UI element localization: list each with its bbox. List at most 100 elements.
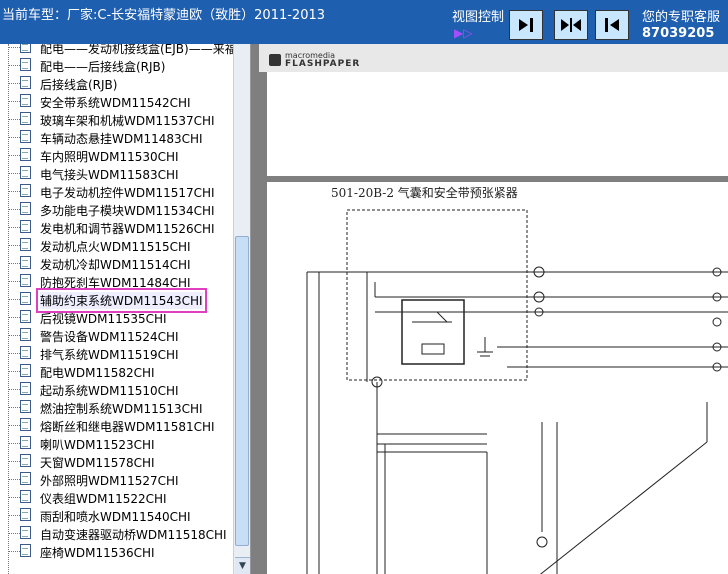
tree-item[interactable]: 车辆动态悬挂WDM11483CHI bbox=[0, 128, 233, 146]
tree-item[interactable]: 后视镜WDM11535CHI bbox=[0, 308, 233, 326]
tree-connector bbox=[8, 281, 20, 282]
tree-connector bbox=[8, 515, 20, 516]
wiring-tree-panel: 配电——发动机接线盒(EJB)——来福配电——后接线盒(RJB) 后接线盒(RJB… bbox=[0, 44, 251, 574]
tree-item[interactable]: 座椅WDM11536CHI bbox=[0, 542, 233, 560]
tree-item[interactable]: 配电——后接线盒(RJB) bbox=[0, 56, 233, 74]
tree-connector bbox=[8, 65, 20, 66]
document-icon bbox=[20, 508, 31, 521]
tree-item-label: 配电WDM11582CHI bbox=[40, 366, 155, 380]
tree-item[interactable]: 配电——发动机接线盒(EJB)——来福 bbox=[0, 44, 237, 56]
tree-connector bbox=[8, 227, 20, 228]
tree-connector bbox=[8, 299, 20, 300]
expand-right-button[interactable] bbox=[509, 10, 543, 40]
tree-item[interactable]: 多功能电子模块WDM11534CHI bbox=[0, 200, 233, 218]
tree-item[interactable]: 发动机冷却WDM11514CHI bbox=[0, 254, 233, 272]
document-icon bbox=[20, 184, 31, 197]
scroll-down-arrow-icon[interactable]: ▼ bbox=[235, 557, 250, 574]
contact-phone: 87039205 bbox=[642, 26, 715, 41]
tree-connector bbox=[8, 101, 20, 102]
tree-item-label: 防抱死刹车WDM11484CHI bbox=[40, 276, 191, 290]
tree-item-label: 自动变速器驱动桥WDM11518CHI bbox=[40, 528, 227, 542]
split-arrows-icon bbox=[561, 18, 581, 32]
tree-item[interactable]: 发电机和调节器WDM11526CHI bbox=[0, 218, 233, 236]
arrow-to-right-bar-icon bbox=[519, 18, 533, 32]
document-icon bbox=[20, 328, 31, 341]
view-control-arrow-icon: ▶▷ bbox=[454, 26, 473, 40]
tree-item[interactable]: 天窗WDM11578CHI bbox=[0, 452, 233, 470]
tree-item[interactable]: 熔断丝和继电器WDM11581CHI bbox=[0, 416, 233, 434]
top-header: 当前车型：厂家:C-长安福特蒙迪欧（致胜）2011-2013 视图控制 ▶▷ 您… bbox=[0, 0, 728, 44]
tree-item[interactable]: 玻璃车架和机械WDM11537CHI bbox=[0, 110, 233, 128]
tree-item[interactable]: 电子发动机控件WDM11517CHI bbox=[0, 182, 233, 200]
tree-item[interactable]: 喇叭WDM11523CHI bbox=[0, 434, 233, 452]
document-icon bbox=[20, 256, 31, 269]
document-icon bbox=[20, 202, 31, 215]
split-view-button[interactable] bbox=[554, 10, 588, 40]
tree-item[interactable]: 雨刮和喷水WDM11540CHI bbox=[0, 506, 233, 524]
tree-connector bbox=[8, 425, 20, 426]
tree-item[interactable]: 车内照明WDM11530CHI bbox=[0, 146, 233, 164]
tree-item[interactable]: 起动系统WDM11510CHI bbox=[0, 380, 233, 398]
document-icon bbox=[20, 526, 31, 539]
tree-item-label: 配电——后接线盒(RJB) bbox=[40, 60, 166, 74]
document-icon bbox=[20, 454, 31, 467]
tree-item-label: 天窗WDM11578CHI bbox=[40, 456, 155, 470]
scrollbar-thumb[interactable] bbox=[235, 236, 249, 546]
tree-item[interactable]: 排气系统WDM11519CHI bbox=[0, 344, 233, 362]
tree-item[interactable]: 自动变速器驱动桥WDM11518CHI bbox=[0, 524, 233, 542]
document-icon bbox=[20, 364, 31, 377]
tree-scrollbar[interactable]: ▼ bbox=[233, 44, 250, 574]
tree-item-label: 玻璃车架和机械WDM11537CHI bbox=[40, 114, 215, 128]
tree-item[interactable]: 后接线盒(RJB) bbox=[0, 74, 233, 92]
tree-connector bbox=[8, 173, 20, 174]
customer-service-contact: 您的专职客服 87039205 bbox=[642, 10, 720, 42]
document-page-2: 501-20B-2 气囊和安全带预张紧器 bbox=[267, 182, 728, 574]
tree-connector bbox=[8, 479, 20, 480]
flashpaper-toolbar: macromedia FLASHPAPER bbox=[259, 44, 728, 72]
tree-connector bbox=[8, 155, 20, 156]
tree-item-label: 发电机和调节器WDM11526CHI bbox=[40, 222, 215, 236]
document-icon bbox=[20, 310, 31, 323]
document-icon bbox=[20, 76, 31, 89]
tree-connector bbox=[8, 209, 20, 210]
tree-item-label: 发动机冷却WDM11514CHI bbox=[40, 258, 191, 272]
document-icon bbox=[20, 382, 31, 395]
tree-item[interactable]: 安全带系统WDM11542CHI bbox=[0, 92, 233, 110]
expand-left-button[interactable] bbox=[595, 10, 629, 40]
tree-item[interactable]: 防抱死刹车WDM11484CHI bbox=[0, 272, 233, 290]
tree-item[interactable]: 发动机点火WDM11515CHI bbox=[0, 236, 233, 254]
tree-item[interactable]: 配电WDM11582CHI bbox=[0, 362, 233, 380]
tree-item[interactable]: 辅助约束系统WDM11543CHI bbox=[0, 288, 233, 313]
document-icon bbox=[20, 292, 31, 305]
document-viewer: macromedia FLASHPAPER 501-20B-2 气囊和安全带预张… bbox=[251, 44, 728, 574]
tree-item-label: 车内照明WDM11530CHI bbox=[40, 150, 179, 164]
document-icon bbox=[20, 274, 31, 287]
document-icon bbox=[20, 400, 31, 413]
tree-item-label: 警告设备WDM11524CHI bbox=[40, 330, 179, 344]
tree-connector bbox=[8, 83, 20, 84]
tree-connector bbox=[8, 119, 20, 120]
tree-item[interactable]: 电气接头WDM11583CHI bbox=[0, 164, 233, 182]
tree-connector bbox=[8, 461, 20, 462]
tree-connector bbox=[8, 551, 20, 552]
tree-item-label: 外部照明WDM11527CHI bbox=[40, 474, 179, 488]
tree-item[interactable]: 警告设备WDM11524CHI bbox=[0, 326, 233, 344]
tree-connector bbox=[8, 533, 20, 534]
tree-item-label: 多功能电子模块WDM11534CHI bbox=[40, 204, 215, 218]
tree-item-label: 安全带系统WDM11542CHI bbox=[40, 96, 191, 110]
document-icon bbox=[20, 148, 31, 161]
tree-item[interactable]: 燃油控制系统WDM11513CHI bbox=[0, 398, 233, 416]
tree-connector bbox=[8, 335, 20, 336]
document-icon bbox=[20, 166, 31, 179]
tree-connector bbox=[8, 137, 20, 138]
tree-item[interactable]: 外部照明WDM11527CHI bbox=[0, 470, 233, 488]
tree-item[interactable]: 仪表组WDM11522CHI bbox=[0, 488, 233, 506]
tree-connector bbox=[8, 353, 20, 354]
tree-item-label: 电气接头WDM11583CHI bbox=[40, 168, 179, 182]
wiring-diagram bbox=[306, 209, 728, 574]
tree-item-label: 辅助约束系统WDM11543CHI bbox=[36, 288, 207, 313]
flashpaper-logo-icon bbox=[269, 54, 281, 66]
document-icon bbox=[20, 58, 31, 71]
arrow-to-left-bar-icon bbox=[605, 18, 619, 32]
document-icon bbox=[20, 544, 31, 557]
